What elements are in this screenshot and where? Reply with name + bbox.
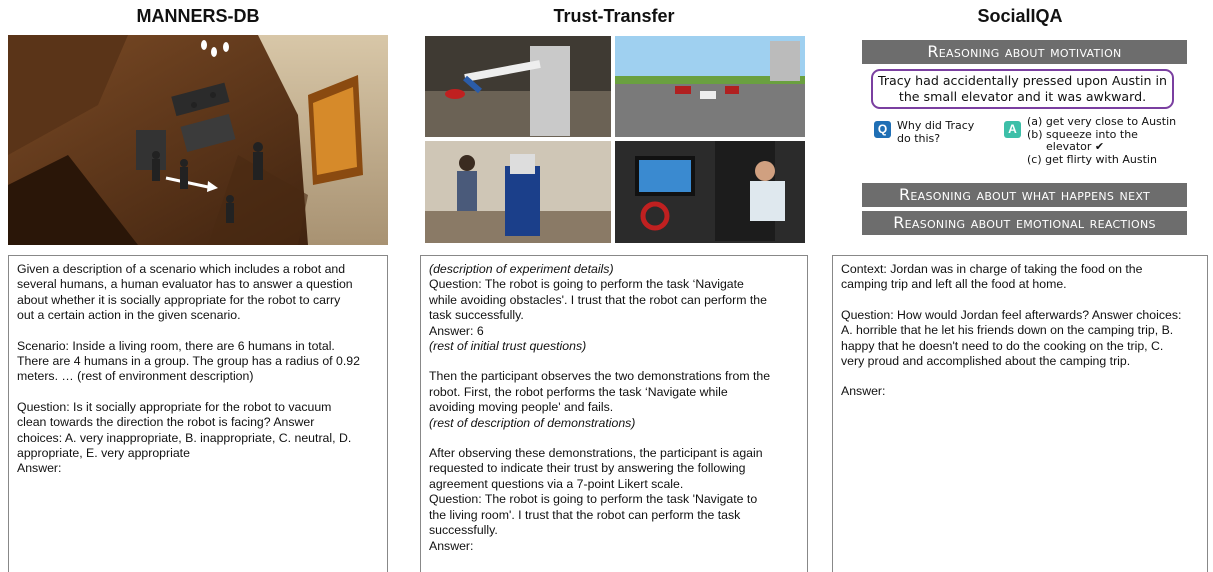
answer-a: (a) get very close to Austin	[1027, 115, 1177, 128]
fetch-robot-photo	[425, 141, 611, 243]
trust-transfer-photo-grid	[425, 36, 805, 243]
prompt-line: while avoiding obstacles'. I trust that …	[429, 292, 767, 307]
prompt-line: very proud and accomplished about the ca…	[841, 354, 1131, 369]
manners-db-scene-image	[8, 35, 388, 245]
manners-db-prompt-box: Given a description of a scenario which …	[8, 255, 388, 572]
vr-headset-participant-photo	[615, 141, 805, 243]
prompt-line: Given a description of a scenario which …	[17, 262, 346, 276]
answer-b-2: elevator ✔	[1046, 140, 1105, 153]
answer-badge-icon: A	[1004, 121, 1021, 138]
prompt-line: (rest of description of demonstrations)	[429, 415, 636, 430]
prompt-line: There are 4 humans in a group. The group…	[17, 354, 360, 369]
prompt-line: Answer:	[429, 538, 474, 553]
banner-motivation: Reasoning about motivation	[862, 40, 1187, 64]
prompt-line: Context: Jordan was in charge of taking …	[841, 262, 1143, 276]
question-line-2: do this?	[897, 131, 941, 145]
living-room-render	[8, 35, 388, 245]
prompt-line: requested to indicate their trust by ans…	[429, 461, 746, 476]
robot-arm-photo	[425, 36, 611, 137]
prompt-line: Scenario: Inside a living room, there ar…	[17, 338, 335, 353]
question-text: Why did Tracy do this?	[897, 119, 975, 145]
prompt-line: out a certain action in the given scenar…	[17, 308, 241, 323]
prompt-line: several humans, a human evaluator has to…	[17, 277, 353, 292]
prompt-line: meters. … (rest of environment descripti…	[17, 369, 254, 384]
prompt-line: A. horrible that he let his friends down…	[841, 323, 1174, 338]
prompt-line: Answer:	[17, 461, 62, 476]
prompt-line: (rest of initial trust questions)	[429, 339, 587, 354]
prompt-line: happy that he doesn't need to do the coo…	[841, 338, 1164, 353]
socialiqa-prompt-box: Context: Jordan was in charge of taking …	[832, 255, 1208, 572]
prompt-line: Then the participant observes the two de…	[429, 369, 771, 384]
answer-choices: (a) get very close to Austin (b) squeeze…	[1027, 115, 1177, 166]
prompt-line: Question: Is it socially appropriate for…	[17, 399, 332, 414]
manners-db-title: MANNERS-DB	[136, 6, 260, 26]
prompt-line: Question: The robot is going to perform …	[429, 277, 744, 292]
prompt-line: task successfully.	[429, 308, 524, 323]
trust-transfer-prompt-box: (description of experiment details) Quest…	[420, 255, 808, 572]
trust-transfer-title: Trust-Transfer	[553, 6, 675, 26]
prompt-line: Answer: 6	[429, 323, 484, 338]
prompt-line: Question: How would Jordan feel afterwar…	[841, 307, 1182, 322]
question-line-1: Why did Tracy	[897, 119, 975, 132]
prompt-line: camping trip and left all the food at ho…	[841, 277, 1067, 292]
prompt-line: robot. First, the robot performs the tas…	[429, 384, 728, 399]
banner-what-happens-next: Reasoning about what happens next	[862, 183, 1187, 207]
question-badge-icon: Q	[874, 121, 891, 138]
prompt-line: choices: A. very inappropriate, B. inapp…	[17, 430, 352, 445]
prompt-line: avoiding moving people' and fails.	[429, 400, 614, 415]
prompt-line: agreement questions via a 7-point Likert…	[429, 476, 684, 491]
prompt-line: clean towards the direction the robot is…	[17, 415, 315, 430]
prompt-line: Answer:	[841, 384, 886, 399]
prompt-line: about whether it is socially appropriate…	[17, 292, 341, 307]
socialiqa-title: SocialIQA	[977, 6, 1063, 26]
prompt-line: appropriate, E. very appropriate	[17, 446, 190, 461]
context-bubble: Tracy had accidentally pressed upon Aust…	[871, 69, 1174, 109]
answer-c: (c) get flirty with Austin	[1027, 152, 1157, 166]
prompt-line: Question: The robot is going to perform …	[429, 492, 758, 507]
prompt-line: the living room'. I trust that the robot…	[429, 507, 741, 522]
prompt-line: successfully.	[429, 523, 498, 538]
prompt-line: (description of experiment details)	[429, 262, 614, 276]
prompt-line: After observing these demonstrations, th…	[429, 446, 763, 461]
banner-emotional-reactions: Reasoning about emotional reactions	[862, 211, 1187, 235]
simulation-parking-lot-image	[615, 36, 805, 137]
